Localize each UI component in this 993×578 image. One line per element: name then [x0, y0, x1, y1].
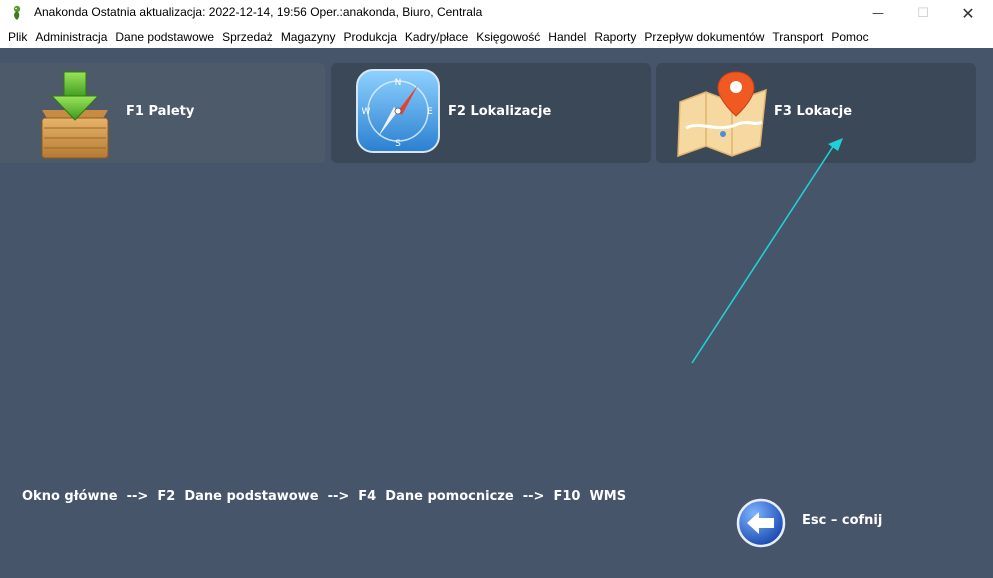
compass-icon: N S E W [356, 69, 440, 153]
back-arrow-icon [736, 498, 786, 548]
menu-item-plik[interactable]: Plik [4, 26, 31, 48]
tile-label: F2 Lokalizacje [448, 104, 552, 119]
back-button[interactable]: Esc – cofnij [736, 496, 906, 548]
minimize-button[interactable]: — [855, 0, 901, 26]
minimize-icon: — [872, 6, 884, 20]
pallet-box-download-icon [41, 71, 109, 159]
window-title: Anakonda Ostatnia aktualizacja: 2022-12-… [34, 5, 483, 19]
main-workspace: F1 Palety N S E W F2 Lokalizacje F3 Loka… [0, 48, 993, 578]
menu-item-handel[interactable]: Handel [544, 26, 590, 48]
menu-item-transport[interactable]: Transport [768, 26, 827, 48]
map-pin-icon [677, 71, 767, 158]
tile-palety[interactable]: F1 Palety [0, 63, 325, 163]
menu-item-produkcja[interactable]: Produkcja [340, 26, 401, 48]
tile-lokalizacje[interactable]: N S E W F2 Lokalizacje [331, 63, 651, 163]
back-label: Esc – cofnij [802, 513, 883, 528]
menu-bar: Plik Administracja Dane podstawowe Sprze… [0, 26, 993, 48]
svg-text:W: W [362, 107, 371, 117]
breadcrumb: Okno główne --> F2 Dane podstawowe --> F… [22, 489, 627, 504]
menu-item-raporty[interactable]: Raporty [590, 26, 640, 48]
menu-item-administracja[interactable]: Administracja [31, 26, 111, 48]
svg-text:N: N [395, 78, 402, 88]
close-icon: ✕ [961, 3, 975, 23]
close-button[interactable]: ✕ [945, 0, 991, 26]
menu-item-kadry-place[interactable]: Kadry/płace [401, 26, 472, 48]
menu-item-dane-podstawowe[interactable]: Dane podstawowe [111, 26, 218, 48]
menu-item-sprzedaz[interactable]: Sprzedaż [218, 26, 277, 48]
menu-item-pomoc[interactable]: Pomoc [827, 26, 872, 48]
annotation-arrow-line [691, 141, 837, 364]
menu-item-przeplyw-dokumentow[interactable]: Przepływ dokumentów [640, 26, 768, 48]
tile-label: F3 Lokacje [774, 104, 853, 119]
anakonda-logo-icon [13, 5, 21, 20]
title-bar: Anakonda Ostatnia aktualizacja: 2022-12-… [0, 0, 993, 26]
maximize-button[interactable]: ☐ [900, 0, 946, 26]
maximize-icon: ☐ [917, 5, 929, 21]
svg-text:E: E [427, 107, 433, 117]
menu-item-magazyny[interactable]: Magazyny [277, 26, 340, 48]
tile-lokacje[interactable]: F3 Lokacje [656, 63, 976, 163]
svg-text:S: S [395, 139, 401, 149]
tile-label: F1 Palety [126, 104, 195, 119]
menu-item-ksiegowosc[interactable]: Księgowość [472, 26, 544, 48]
